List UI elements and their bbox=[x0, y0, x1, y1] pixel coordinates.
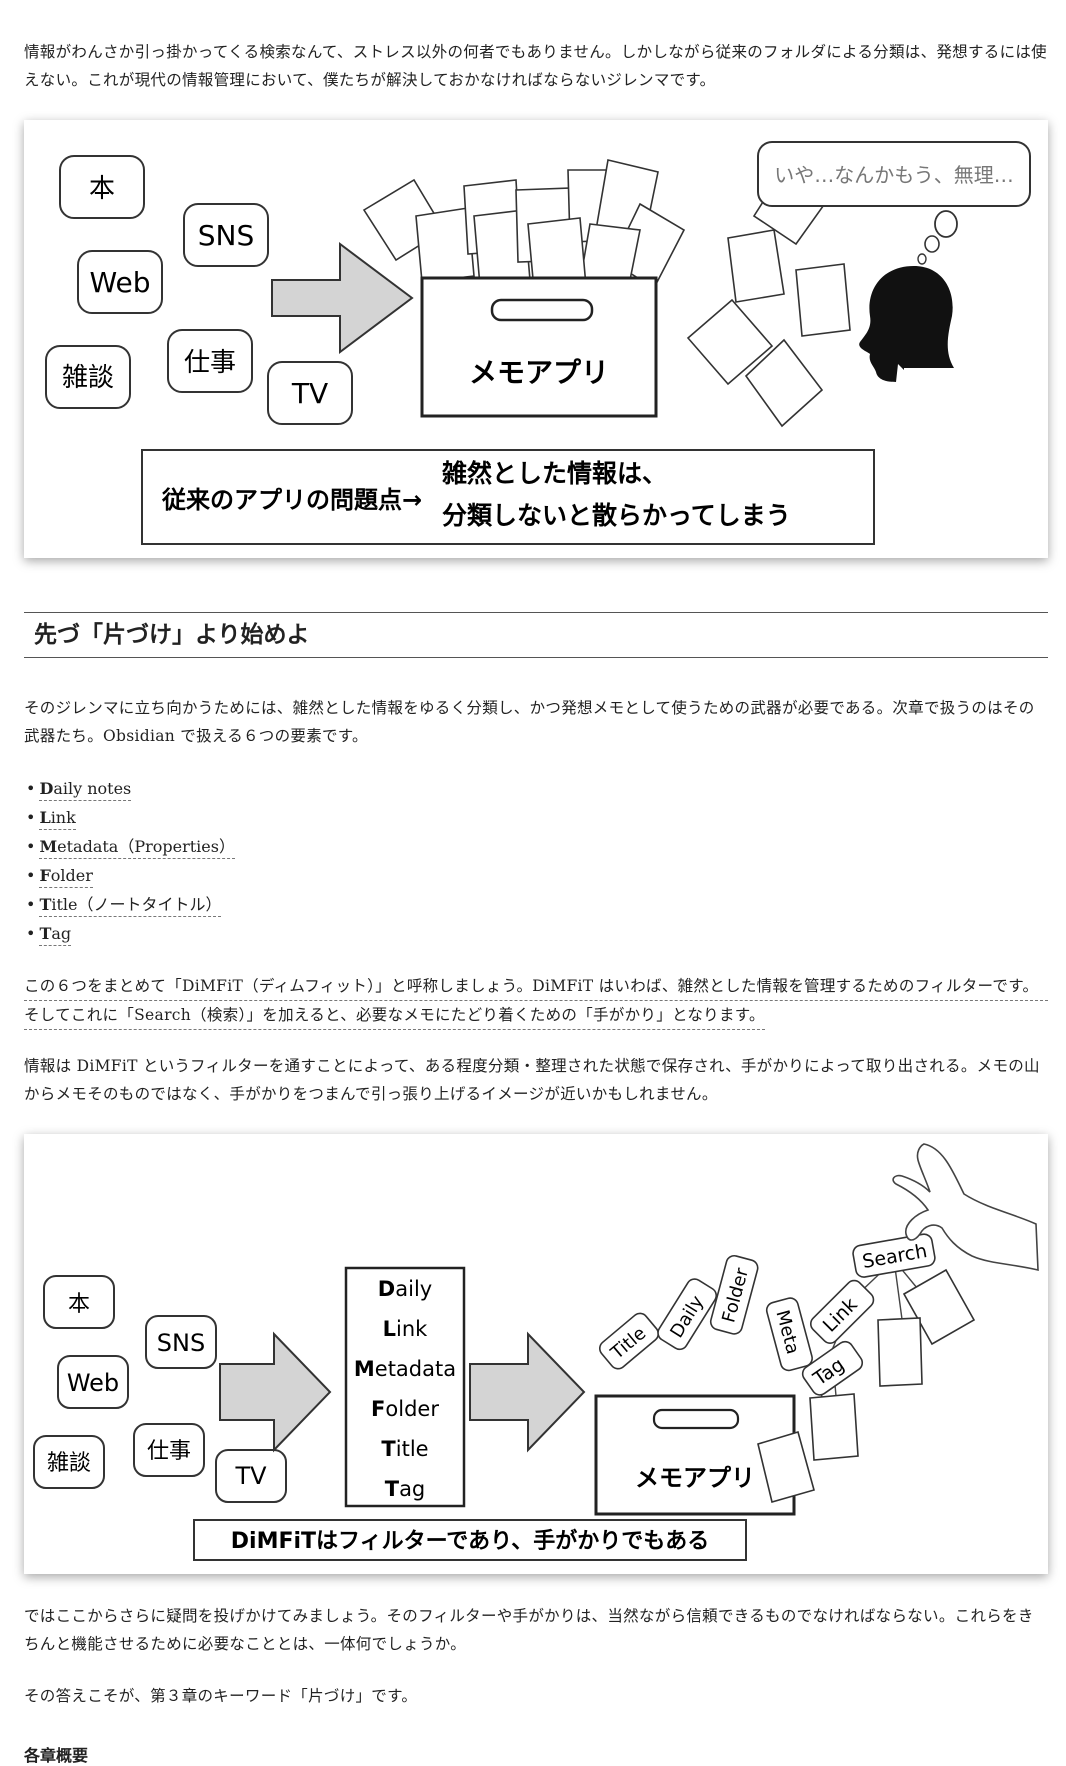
svg-text:本: 本 bbox=[68, 1292, 90, 1317]
svg-text:分類しないと散らかってしまう: 分類しないと散らかってしまう bbox=[442, 501, 791, 530]
scattered-papers bbox=[686, 170, 851, 428]
index-tabs: Title Daily Folder Meta bbox=[598, 1254, 813, 1372]
weapons-paragraph: そのジレンマに立ち向かうためには、雑然とした情報をゆるく分類し、かつ発想メモとし… bbox=[24, 699, 1035, 745]
person-head-icon bbox=[859, 266, 954, 382]
question-paragraph: ではここからさらに疑問を投げかけてみましょう。そのフィルターや手がかりは、当然な… bbox=[24, 1607, 1034, 1653]
dimfit-line-1: この６つをまとめて「DiMFiT（ディムフィット）」と呼称しましょう。DiMFi… bbox=[24, 972, 1048, 1001]
svg-text:メモアプリ: メモアプリ bbox=[469, 356, 609, 389]
dimfit-line-2: そしてこれに「Search（検索）」を加えると、必要なメモにたどり着くための「手… bbox=[24, 1001, 765, 1030]
dimfit-elements-list: • Daily notes • Link • Metadata（Properties）… bbox=[26, 776, 235, 950]
filter-paragraph: 情報は DiMFiT というフィルターを通すことによって、ある程度分類・整理され… bbox=[24, 1057, 1040, 1103]
svg-text:仕事: 仕事 bbox=[147, 1439, 191, 1464]
svg-text:TV: TV bbox=[234, 1462, 267, 1490]
source-bubble-book: 本 bbox=[43, 1275, 115, 1329]
memo-app-box: メモアプリ bbox=[420, 276, 658, 418]
svg-text:いや…なんかもう、無理…: いや…なんかもう、無理… bbox=[774, 163, 1013, 187]
list-item: • Title（ノートタイトル） bbox=[26, 892, 235, 921]
svg-text:雑談: 雑談 bbox=[47, 1451, 91, 1476]
list-item: • Tag bbox=[26, 921, 235, 950]
svg-text:Metadata: Metadata bbox=[354, 1357, 456, 1381]
svg-text:SNS: SNS bbox=[157, 1329, 205, 1357]
source-bubble-work: 仕事 bbox=[167, 329, 253, 393]
answer-paragraph: その答えこそが、第３章のキーワード「片づけ」です。 bbox=[24, 1687, 418, 1705]
svg-text:雑談: 雑談 bbox=[62, 363, 114, 393]
source-bubble-web: Web bbox=[77, 250, 163, 314]
arrow-icon bbox=[469, 1331, 586, 1453]
svg-text:従来のアプリの問題点→: 従来のアプリの問題点→ bbox=[161, 486, 422, 514]
source-bubble-book: 本 bbox=[59, 155, 145, 219]
figure2-caption-box: DiMFiTはフィルターであり、手がかりでもある bbox=[193, 1519, 747, 1561]
svg-text:Web: Web bbox=[67, 1369, 119, 1397]
figure1-caption-box: 従来のアプリの問題点→ 雑然とした情報は、 分類しないと散らかってしまう bbox=[141, 449, 875, 545]
svg-text:SNS: SNS bbox=[198, 219, 255, 252]
svg-text:Tag: Tag bbox=[385, 1477, 426, 1501]
svg-text:Link: Link bbox=[383, 1317, 429, 1341]
svg-text:仕事: 仕事 bbox=[184, 348, 236, 378]
next-section-heading: 各章概要 bbox=[24, 1746, 89, 1765]
svg-text:Title: Title bbox=[381, 1437, 428, 1461]
source-bubble-tv: TV bbox=[215, 1449, 287, 1503]
source-bubble-chat: 雑談 bbox=[33, 1435, 105, 1489]
thought-bubble: いや…なんかもう、無理… bbox=[757, 141, 1031, 265]
source-bubble-web: Web bbox=[57, 1355, 129, 1409]
arrow-icon bbox=[271, 242, 414, 354]
source-bubble-sns: SNS bbox=[145, 1315, 217, 1369]
figure-problem-illustration: 本 SNS Web 仕事 雑談 TV メモアプリ いや…なんかもう、無理… 従来… bbox=[24, 120, 1048, 558]
source-bubble-sns: SNS bbox=[183, 203, 269, 267]
search-tag: Search bbox=[852, 1233, 936, 1278]
arrow-icon bbox=[219, 1331, 332, 1453]
overflowing-papers bbox=[362, 159, 686, 291]
source-bubble-tv: TV bbox=[267, 361, 353, 425]
svg-text:TV: TV bbox=[291, 377, 328, 410]
intro-paragraph: 情報がわんさか引っ掛かってくる検索なんて、ストレス以外の何者でもありません。しか… bbox=[24, 43, 1047, 89]
figure-dimfit-illustration: 本 SNS Web 仕事 雑談 TV Daily Link Metadata F… bbox=[24, 1134, 1048, 1574]
dimfit-filter-box: Daily Link Metadata Folder Title Tag bbox=[344, 1266, 466, 1508]
list-item: • Folder bbox=[26, 863, 235, 892]
list-item: • Daily notes bbox=[26, 776, 235, 805]
dimfit-paragraph: この６つをまとめて「DiMFiT（ディムフィット）」と呼称しましょう。DiMFi… bbox=[24, 972, 1048, 1030]
svg-text:Daily: Daily bbox=[378, 1277, 432, 1301]
svg-text:メモアプリ: メモアプリ bbox=[635, 1464, 755, 1492]
source-bubble-chat: 雑談 bbox=[45, 345, 131, 409]
source-bubble-work: 仕事 bbox=[133, 1423, 205, 1477]
link-tag: Link bbox=[809, 1279, 875, 1345]
svg-text:Web: Web bbox=[89, 266, 150, 299]
svg-text:本: 本 bbox=[89, 174, 115, 204]
section-heading: 先づ「片づけ」より始めよ bbox=[24, 612, 1048, 658]
svg-text:雑然とした情報は、: 雑然とした情報は、 bbox=[441, 459, 667, 488]
list-item: • Metadata（Properties） bbox=[26, 834, 235, 863]
svg-text:Folder: Folder bbox=[371, 1397, 439, 1421]
svg-text:DiMFiTはフィルターであり、手がかりでもある: DiMFiTはフィルターであり、手がかりでもある bbox=[231, 1528, 709, 1554]
list-item: • Link bbox=[26, 805, 235, 834]
